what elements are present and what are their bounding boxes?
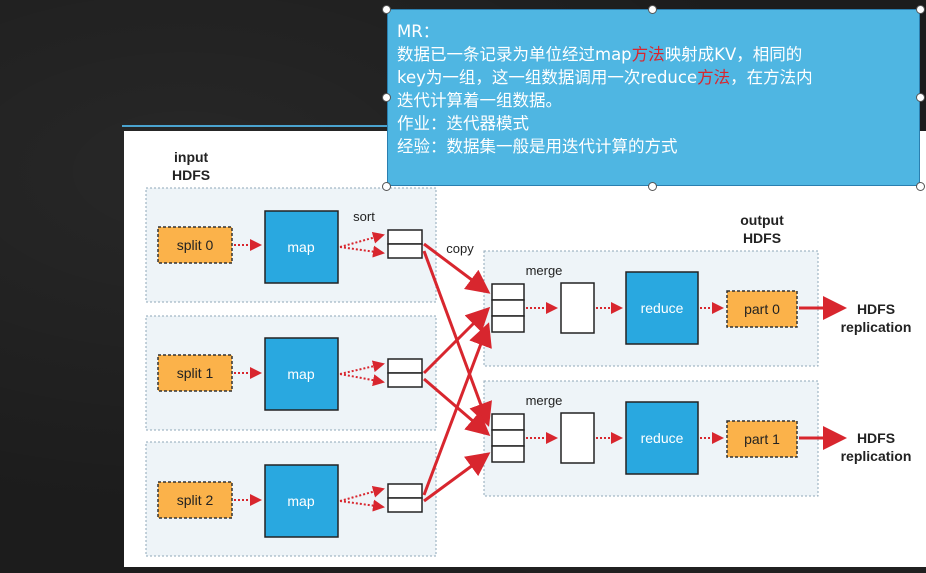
slide-divider-line — [122, 125, 387, 127]
merge-input-0-c — [491, 315, 525, 333]
split-2-label: split 2 — [177, 492, 214, 508]
split-0-label: split 0 — [177, 237, 214, 253]
callout-line-1-b: 映射成KV，相同的 — [664, 45, 803, 64]
replication-1-hdfs: HDFS — [857, 430, 895, 446]
resize-handle-bottom-left[interactable] — [382, 182, 391, 191]
sort-label: sort — [353, 209, 375, 224]
resize-handle-bottom[interactable] — [648, 182, 657, 191]
merge-input-1-b — [491, 429, 525, 447]
merge-input-0-b — [491, 299, 525, 317]
sort-buffer-0-top — [387, 229, 423, 245]
callout-line-1: 数据已一条记录为单位经过map方法映射成KV，相同的 — [397, 43, 911, 66]
merge-output-1 — [560, 412, 595, 464]
reduce-1-label: reduce — [641, 430, 684, 446]
callout-line-2: key为一组，这一组数据调用一次reduce方法，在方法内 — [397, 66, 911, 89]
input-hdfs-label: HDFS — [172, 167, 210, 183]
callout-textbox[interactable]: MR： 数据已一条记录为单位经过map方法映射成KV，相同的 key为一组，这一… — [387, 9, 920, 186]
callout-line-2-a: key为一组，这一组数据调用一次reduce — [397, 68, 698, 87]
replication-1-label: replication — [841, 448, 912, 464]
merge-input-1-a — [491, 413, 525, 431]
sort-buffer-2-top — [387, 483, 423, 499]
resize-handle-top[interactable] — [648, 5, 657, 14]
callout-line-2-b: ，在方法内 — [730, 68, 813, 87]
replication-0-hdfs: HDFS — [857, 301, 895, 317]
merge-label-1: merge — [526, 393, 563, 408]
merge-input-0-a — [491, 283, 525, 301]
resize-handle-top-left[interactable] — [382, 5, 391, 14]
callout-line-1-a: 数据已一条记录为单位经过map — [397, 45, 632, 64]
callout-line-5: 经验：数据集一般是用迭代计算的方式 — [397, 137, 678, 156]
sort-buffer-1-bottom — [387, 372, 423, 388]
sort-buffer-0-bottom — [387, 243, 423, 259]
sort-buffer-2-bottom — [387, 497, 423, 513]
sort-buffer-1-top — [387, 358, 423, 374]
callout-line-2-red: 方法 — [697, 68, 731, 87]
resize-handle-left[interactable] — [382, 93, 391, 102]
callout-line-1-red: 方法 — [631, 45, 665, 64]
resize-handle-top-right[interactable] — [916, 5, 925, 14]
replication-0-label: replication — [841, 319, 912, 335]
merge-input-1-c — [491, 445, 525, 463]
input-label: input — [174, 149, 209, 165]
merge-output-0 — [560, 282, 595, 334]
callout-line-4: 作业：迭代器模式 — [397, 114, 529, 133]
map-0-label: map — [287, 239, 314, 255]
split-1-label: split 1 — [177, 365, 214, 381]
diagram-canvas: input HDFS split 0 split 1 split 2 map m… — [145, 149, 912, 557]
mapreduce-diagram: input HDFS split 0 split 1 split 2 map m… — [124, 131, 926, 567]
resize-handle-right[interactable] — [916, 93, 925, 102]
callout-line-3: 迭代计算着一组数据。 — [397, 91, 562, 110]
output-label: output — [740, 212, 784, 228]
map-1-label: map — [287, 366, 314, 382]
reduce-0-label: reduce — [641, 300, 684, 316]
output-hdfs-label: HDFS — [743, 230, 781, 246]
part-0-label: part 0 — [744, 301, 780, 317]
map-2-label: map — [287, 493, 314, 509]
merge-label-0: merge — [526, 263, 563, 278]
resize-handle-bottom-right[interactable] — [916, 182, 925, 191]
callout-title: MR： — [397, 22, 440, 41]
part-1-label: part 1 — [744, 431, 780, 447]
copy-label: copy — [446, 241, 474, 256]
